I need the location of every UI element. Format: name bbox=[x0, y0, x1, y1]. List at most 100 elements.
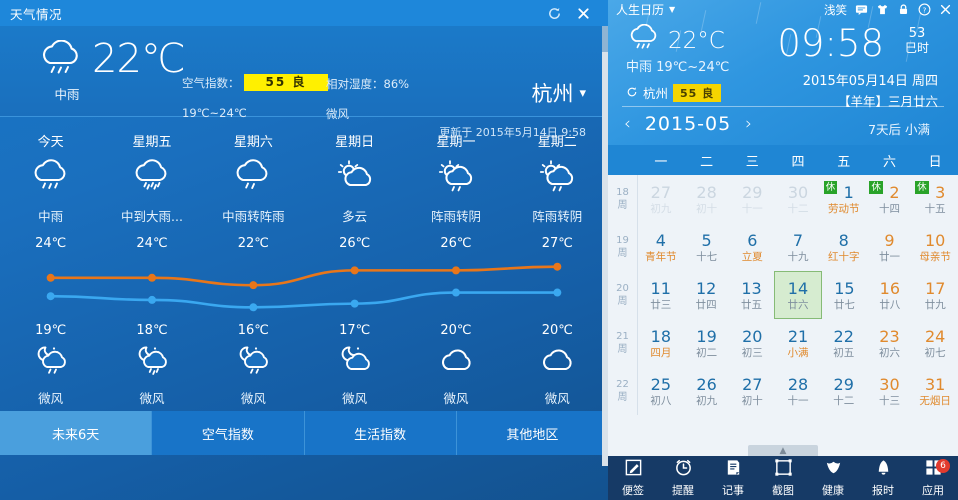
calendar-day[interactable]: 31 无烟日 bbox=[912, 367, 958, 415]
forecast-col[interactable]: 今天 中雨 24℃ bbox=[0, 131, 101, 251]
calendar-day[interactable]: 休 2 十四 bbox=[867, 175, 913, 223]
calendar-day[interactable]: 18 四月 bbox=[638, 319, 684, 367]
calendar-day[interactable]: 11 廿三 bbox=[638, 271, 683, 319]
day-lunar-label: 廿六 bbox=[787, 298, 809, 311]
forecast-day-row: 今天 中雨 24℃ 星期五 中到大雨... 24℃ 星期六 中雨转阵雨 22℃ … bbox=[0, 131, 608, 251]
user-name[interactable]: 浅笑 bbox=[824, 2, 847, 18]
calendar-day[interactable]: 27 初九 bbox=[638, 175, 684, 223]
dock-badge: 6 bbox=[936, 459, 950, 473]
city-selector[interactable]: 杭州 ▾ bbox=[531, 78, 586, 108]
shirt-icon[interactable] bbox=[875, 3, 889, 17]
day-lunar-label: 初八 bbox=[650, 394, 672, 407]
calendar-day-selected[interactable]: 14 廿六 bbox=[774, 271, 822, 319]
dock-item-alarm-clock[interactable]: 提醒 bbox=[658, 458, 708, 498]
night-rain-icon bbox=[101, 340, 202, 384]
forecast-panel: 今天 中雨 24℃ 星期五 中到大雨... 24℃ 星期六 中雨转阵雨 22℃ … bbox=[0, 117, 608, 455]
night-col[interactable]: 19℃ 微风 bbox=[0, 323, 101, 407]
calendar-day[interactable]: 27 初十 bbox=[729, 367, 775, 415]
calendar-day[interactable]: 29 十二 bbox=[821, 367, 867, 415]
calendar-day[interactable]: 7 十九 bbox=[775, 223, 821, 271]
forecast-col[interactable]: 星期日 多云 26℃ bbox=[304, 131, 405, 251]
prev-month-button[interactable]: ‹ bbox=[624, 114, 631, 134]
calendar-day[interactable]: 5 十七 bbox=[684, 223, 730, 271]
night-col[interactable]: 16℃ 微风 bbox=[203, 323, 304, 407]
calendar-day[interactable]: 30 十三 bbox=[867, 367, 913, 415]
day-lunar-label: 初五 bbox=[833, 346, 855, 359]
rest-badge: 休 bbox=[869, 181, 883, 194]
tab-life-index[interactable]: 生活指数 bbox=[304, 411, 457, 455]
calendar-day[interactable]: 休 3 十五 bbox=[912, 175, 958, 223]
forecast-day-label: 星期二 bbox=[537, 135, 577, 150]
dock-item-apps-grid[interactable]: 应用 6 bbox=[908, 458, 958, 498]
calendar-day[interactable]: 19 初二 bbox=[684, 319, 730, 367]
health-icon bbox=[824, 458, 843, 481]
calendar-day[interactable]: 30 十二 bbox=[775, 175, 821, 223]
day-lunar-label: 无烟日 bbox=[919, 394, 951, 407]
tab-air-index[interactable]: 空气指数 bbox=[152, 411, 305, 455]
rest-badge: 休 bbox=[823, 181, 838, 194]
calendar-day[interactable]: 24 初七 bbox=[912, 319, 958, 367]
day-number: 18 bbox=[650, 326, 672, 346]
calendar-day[interactable]: 15 廿七 bbox=[822, 271, 867, 319]
next-month-button[interactable]: › bbox=[745, 114, 752, 134]
calendar-day[interactable]: 9 廿一 bbox=[867, 223, 913, 271]
calendar-day[interactable]: 21 小满 bbox=[775, 319, 821, 367]
calendar-day[interactable]: 20 初三 bbox=[729, 319, 775, 367]
calendar-city-row[interactable]: 杭州 55 良 bbox=[626, 83, 722, 102]
day-number: 10 bbox=[924, 230, 946, 250]
calendar-day[interactable]: 16 廿八 bbox=[867, 271, 912, 319]
forecast-col[interactable]: 星期六 中雨转阵雨 22℃ bbox=[203, 131, 304, 251]
night-col[interactable]: 20℃ 微风 bbox=[405, 323, 506, 407]
calendar-day[interactable]: 10 母亲节 bbox=[912, 223, 958, 271]
calendar-day[interactable]: 4 青年节 bbox=[638, 223, 684, 271]
dock-item-bell[interactable]: 报时 bbox=[858, 458, 908, 498]
refresh-icon[interactable] bbox=[626, 83, 638, 102]
close-icon[interactable] bbox=[575, 5, 592, 22]
day-number: 31 bbox=[924, 374, 946, 394]
calendar-day[interactable]: 28 初十 bbox=[684, 175, 730, 223]
forecast-high: 26℃ bbox=[440, 236, 472, 251]
calendar-day[interactable]: 22 初五 bbox=[821, 319, 867, 367]
week-number-value: 18 bbox=[616, 187, 629, 198]
dock-item-screenshot[interactable]: 截图 bbox=[758, 458, 808, 498]
forecast-col[interactable]: 星期二 阵雨转阴 27℃ bbox=[507, 131, 608, 251]
calendar-day[interactable]: 26 初九 bbox=[684, 367, 730, 415]
message-icon[interactable] bbox=[854, 3, 868, 17]
night-col[interactable]: 17℃ 微风 bbox=[304, 323, 405, 407]
app-logo[interactable]: 人生日历 ▼ bbox=[616, 1, 675, 18]
calendar-day[interactable]: 休 1 劳动节 bbox=[821, 175, 867, 223]
calendar-day[interactable]: 28 十一 bbox=[775, 367, 821, 415]
forecast-low: 16℃ bbox=[237, 323, 269, 338]
dock-item-health[interactable]: 健康 bbox=[808, 458, 858, 498]
forecast-col[interactable]: 星期五 中到大雨... 24℃ bbox=[101, 131, 202, 251]
calendar-day[interactable]: 12 廿四 bbox=[683, 271, 728, 319]
night-wind: 微风 bbox=[342, 391, 368, 406]
tab-other-regions[interactable]: 其他地区 bbox=[456, 411, 608, 455]
weather-titlebar: 天气情况 bbox=[0, 0, 608, 26]
dock-item-document[interactable]: 记事 bbox=[708, 458, 758, 498]
weekday-tue: 二 bbox=[700, 154, 714, 170]
year-month-label[interactable]: 2015-05 bbox=[645, 113, 731, 135]
calendar-day[interactable]: 17 廿九 bbox=[913, 271, 958, 319]
day-lunar-label: 红十字 bbox=[827, 250, 860, 263]
calendar-day[interactable]: 13 廿五 bbox=[729, 271, 774, 319]
dock-item-label: 报时 bbox=[872, 484, 894, 497]
forecast-col[interactable]: 星期一 阵雨转阴 26℃ bbox=[405, 131, 506, 251]
calendar-day[interactable]: 25 初八 bbox=[638, 367, 684, 415]
calendar-day[interactable]: 23 初六 bbox=[867, 319, 913, 367]
refresh-icon[interactable] bbox=[546, 5, 563, 22]
titlebar-buttons bbox=[546, 5, 600, 22]
tab-next-6-days[interactable]: 未来6天 bbox=[0, 411, 153, 455]
day-lunar-label: 十七 bbox=[696, 250, 718, 263]
night-col[interactable]: 20℃ 微风 bbox=[507, 323, 608, 407]
calendar-day[interactable]: 8 红十字 bbox=[821, 223, 867, 271]
calendar-day[interactable]: 29 十一 bbox=[729, 175, 775, 223]
calendar-day[interactable]: 6 立夏 bbox=[729, 223, 775, 271]
calendar-topbar: 人生日历 ▼ 浅笑 ? bbox=[608, 0, 958, 19]
close-icon[interactable] bbox=[938, 3, 952, 17]
dock-item-note-pencil[interactable]: 便签 bbox=[608, 458, 658, 498]
day-number: 30 bbox=[787, 182, 809, 202]
calendar-weather[interactable]: 22°C bbox=[626, 23, 725, 58]
night-col[interactable]: 18℃ 微风 bbox=[101, 323, 202, 407]
lock-icon[interactable] bbox=[896, 3, 910, 17]
